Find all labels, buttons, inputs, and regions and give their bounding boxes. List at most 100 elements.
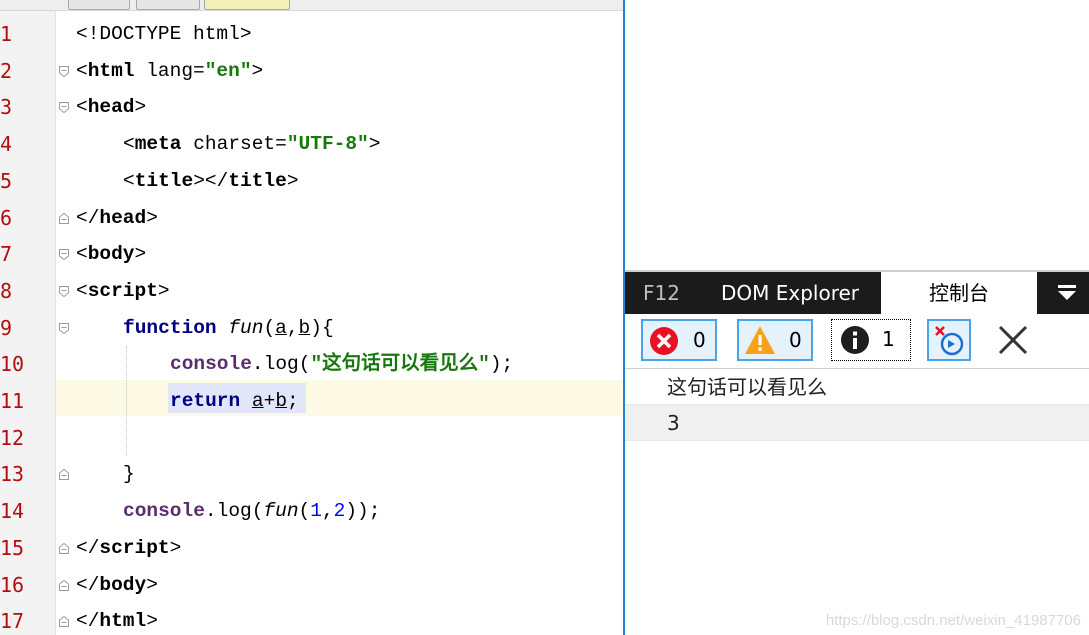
code-token: charset= bbox=[181, 133, 287, 156]
code-token: ); bbox=[489, 353, 514, 376]
fold-collapse-icon[interactable] bbox=[58, 248, 70, 261]
code-token: <!DOCTYPE html> bbox=[76, 23, 252, 45]
warning-icon bbox=[745, 326, 775, 354]
fold-collapse-icon[interactable] bbox=[58, 285, 70, 298]
code-line[interactable]: 1 <!DOCTYPE html> bbox=[0, 16, 623, 52]
errors-filter-button[interactable]: 0 bbox=[641, 319, 717, 361]
code-token: body bbox=[87, 243, 135, 266]
fold-end-icon[interactable] bbox=[58, 615, 70, 628]
clear-navigate-icon bbox=[935, 326, 964, 356]
code-token: b bbox=[298, 316, 311, 339]
code-token: > bbox=[286, 169, 299, 192]
info-count: 1 bbox=[882, 327, 895, 351]
code-token: a bbox=[251, 390, 264, 412]
code-text: return a+b; bbox=[170, 383, 299, 419]
code-line[interactable]: 13} bbox=[0, 456, 623, 492]
fold-end-icon[interactable] bbox=[58, 579, 70, 592]
code-line[interactable]: 15 </script> bbox=[0, 530, 623, 566]
code-token: < bbox=[123, 133, 135, 156]
line-number: 5 bbox=[0, 168, 13, 193]
warnings-filter-button[interactable]: 0 bbox=[737, 319, 813, 361]
code-line[interactable]: 4 <meta charset="UTF-8"> bbox=[0, 126, 623, 162]
editor-tab[interactable] bbox=[68, 0, 130, 10]
line-number: 3 bbox=[0, 95, 13, 120]
code-line[interactable]: 7 <body> bbox=[0, 236, 623, 272]
tab-console[interactable]: 控制台 bbox=[881, 272, 1037, 314]
code-text: </body> bbox=[76, 567, 158, 603]
editor-tab-active[interactable] bbox=[204, 0, 290, 10]
tab-dom-explorer[interactable]: DOM Explorer bbox=[721, 272, 859, 314]
line-number: 2 bbox=[0, 58, 13, 83]
editor-tab-strip bbox=[0, 0, 623, 11]
devtools-tab-bar: F12 DOM Explorer 控制台 bbox=[625, 270, 1089, 314]
code-line[interactable]: 9 function fun(a,b){ bbox=[0, 310, 623, 346]
fold-end-icon[interactable] bbox=[58, 468, 70, 481]
code-token: lang= bbox=[134, 59, 205, 82]
code-token: , bbox=[321, 500, 334, 523]
fold-end-icon[interactable] bbox=[58, 542, 70, 555]
code-token: b bbox=[275, 390, 288, 412]
code-token: head bbox=[87, 96, 135, 119]
code-line[interactable]: 5 <title></title> bbox=[0, 163, 623, 199]
code-line[interactable]: 6 </head> bbox=[0, 200, 623, 236]
code-token: ( bbox=[298, 500, 311, 523]
code-text: <meta charset="UTF-8"> bbox=[123, 126, 380, 162]
code-line[interactable]: 10 console.log("这句话可以看见么"); bbox=[0, 346, 623, 382]
code-line[interactable]: 16 </body> bbox=[0, 567, 623, 603]
code-token: > bbox=[251, 59, 264, 82]
code-token: "en" bbox=[204, 59, 252, 82]
code-token: 1 bbox=[310, 500, 322, 523]
error-icon bbox=[650, 327, 678, 355]
tab-f12[interactable]: F12 bbox=[643, 272, 680, 314]
code-text: console.log("这句话可以看见么"); bbox=[170, 346, 513, 382]
code-token: function bbox=[123, 316, 217, 339]
code-token: > bbox=[146, 206, 158, 229]
code-token: < bbox=[76, 96, 88, 119]
close-icon bbox=[998, 325, 1028, 355]
fold-end-icon[interactable] bbox=[58, 212, 70, 225]
warnings-count: 0 bbox=[789, 328, 802, 352]
code-token: + bbox=[263, 390, 276, 412]
code-editor[interactable]: 1 <!DOCTYPE html> 2 <html lang="en"> 3 <head>… bbox=[0, 0, 623, 635]
tabs-dropdown-button[interactable] bbox=[1045, 272, 1089, 314]
editor-tab[interactable] bbox=[136, 0, 200, 10]
line-number: 6 bbox=[0, 205, 13, 230]
console-output[interactable]: 这句话可以看见么 3 bbox=[625, 369, 1089, 441]
code-text: } bbox=[123, 456, 135, 492]
code-token: script bbox=[87, 279, 158, 302]
close-button[interactable] bbox=[995, 322, 1031, 358]
code-token: > bbox=[146, 610, 158, 633]
code-line[interactable]: 8 <script> bbox=[0, 273, 623, 309]
code-token: > bbox=[134, 243, 147, 266]
code-text: </html> bbox=[76, 603, 158, 635]
code-line[interactable]: 11 return a+b; bbox=[0, 383, 623, 419]
fold-collapse-icon[interactable] bbox=[58, 65, 70, 78]
code-text: </script> bbox=[76, 530, 181, 566]
code-line[interactable]: 3 <head> bbox=[0, 89, 623, 125]
code-token: > bbox=[169, 536, 182, 559]
code-text: function fun(a,b){ bbox=[123, 310, 334, 346]
code-token: </ bbox=[76, 610, 100, 633]
code-line[interactable]: 12 bbox=[0, 420, 623, 456]
code-token: html bbox=[87, 59, 135, 82]
clear-on-navigate-button[interactable] bbox=[927, 319, 971, 361]
line-number: 14 bbox=[0, 499, 25, 524]
fold-collapse-icon[interactable] bbox=[58, 322, 70, 335]
code-line[interactable]: 17 </html> bbox=[0, 603, 623, 635]
code-line[interactable]: 2 <html lang="en"> bbox=[0, 53, 623, 89]
code-token: , bbox=[286, 316, 299, 339]
info-filter-button[interactable]: 1 bbox=[831, 319, 911, 361]
code-token: </ bbox=[76, 536, 100, 559]
code-token: </ bbox=[76, 573, 100, 596]
code-text: <html lang="en"> bbox=[76, 53, 263, 89]
fold-collapse-icon[interactable] bbox=[58, 101, 70, 114]
code-token: ></ bbox=[193, 169, 229, 192]
watermark: https://blog.csdn.net/weixin_41987706 bbox=[825, 612, 1081, 629]
code-token: > bbox=[157, 279, 170, 302]
code-token: fun bbox=[228, 316, 264, 339]
code-line[interactable]: 14 console.log(fun(1,2)); bbox=[0, 493, 623, 529]
browser-page bbox=[623, 0, 1089, 270]
line-number: 11 bbox=[0, 389, 25, 413]
